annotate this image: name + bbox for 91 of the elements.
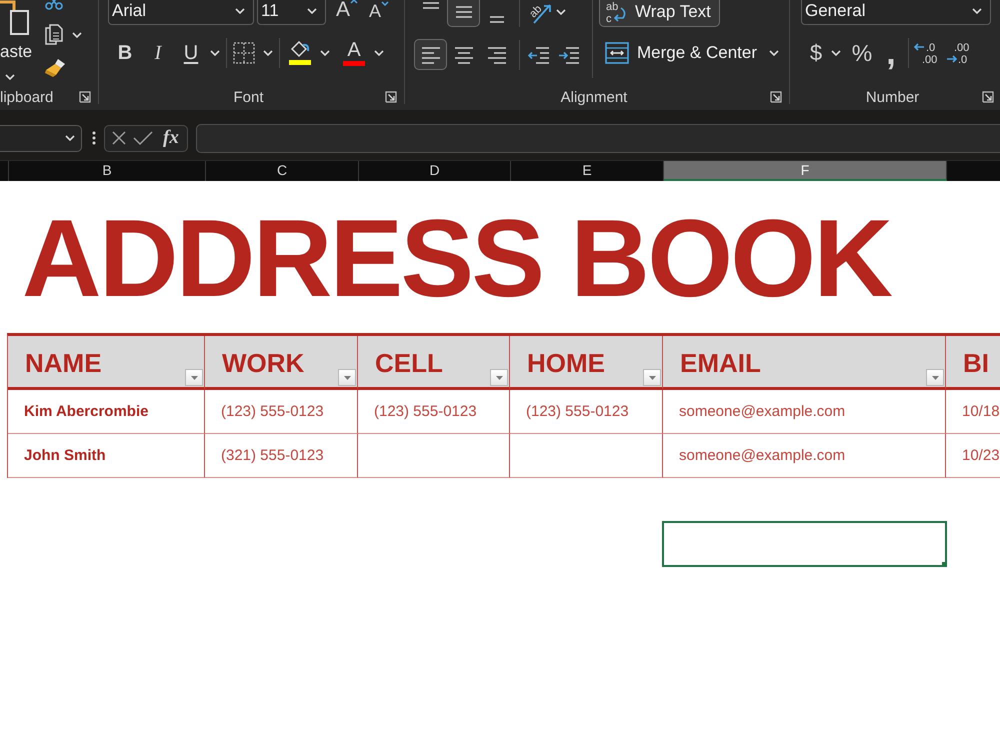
copy-icon[interactable] (44, 24, 64, 46)
clipboard-icon (0, 0, 30, 36)
align-center-icon (454, 46, 474, 64)
filter-dropdown-button[interactable] (490, 369, 508, 386)
fill-color-button[interactable] (286, 41, 314, 65)
caret-icon[interactable] (374, 50, 384, 56)
group-label: Number (866, 88, 920, 106)
filter-dropdown-button[interactable] (185, 369, 203, 386)
align-top-icon (422, 2, 440, 10)
filter-dropdown-button[interactable] (338, 369, 356, 386)
table-cell: (123) 555-0123 (510, 390, 663, 434)
column-title: CELL (375, 348, 443, 378)
caret-icon[interactable] (235, 8, 245, 14)
corner-arrow-icon[interactable] (982, 91, 994, 103)
scissors-icon[interactable] (44, 0, 64, 10)
merge-and-center-button[interactable]: Merge & Center (599, 37, 757, 69)
column-title: EMAIL (680, 348, 761, 378)
column-title: BI (963, 348, 989, 378)
number-format-dropdown[interactable]: General (801, 0, 991, 25)
caret-icon[interactable] (72, 32, 82, 38)
table-cell: Kim Abercrombie (8, 390, 205, 434)
insert-function-button[interactable]: fx (163, 127, 179, 149)
middle-align-button[interactable] (447, 0, 480, 27)
comma-style-button[interactable]: , (880, 38, 902, 68)
caret-icon[interactable] (972, 8, 982, 14)
caret-icon[interactable] (320, 50, 330, 56)
currency-style-button[interactable]: $ (805, 38, 827, 68)
caret-icon[interactable] (831, 50, 841, 56)
triangle-down-icon (648, 376, 656, 380)
table-cell: 10/18 (946, 390, 1000, 434)
wrap-text-button[interactable]: ab c Wrap Text (599, 0, 720, 27)
triangle-down-icon (496, 376, 502, 380)
table-cell: someone@example.com (663, 434, 946, 478)
font-size-dropdown[interactable]: 11 (257, 0, 326, 25)
table-cell: (321) 555-0123 (205, 434, 358, 478)
paint-bucket-icon (289, 41, 311, 59)
decrease-indent-icon[interactable] (528, 46, 550, 64)
align-left-icon (420, 46, 440, 64)
caret-down-icon (381, 0, 390, 6)
corner-arrow-icon[interactable] (385, 91, 397, 103)
close-icon[interactable] (111, 130, 127, 146)
sheet-title: ADDRESS BOOK (22, 204, 890, 314)
table-cell: 10/23 (946, 434, 1000, 478)
formula-input-field[interactable] (196, 124, 1000, 152)
underline-button[interactable]: U (178, 38, 204, 68)
caret-icon[interactable] (263, 50, 273, 56)
filter-dropdown-button[interactable] (643, 369, 661, 386)
increase-indent-icon[interactable] (558, 46, 580, 64)
column-title: NAME (25, 348, 102, 378)
triangle-down-icon (190, 376, 198, 380)
font-color-button[interactable]: A (340, 40, 368, 66)
triangle-down-icon (344, 376, 350, 380)
group-label: Alignment (560, 88, 628, 106)
left-align-button[interactable] (414, 39, 447, 70)
column-title: WORK (222, 348, 304, 378)
shrink-font-button[interactable]: A (369, 0, 397, 24)
group-label: lipboard (0, 88, 54, 106)
corner-arrow-icon[interactable] (79, 91, 91, 103)
table-cell: (123) 555-0123 (205, 390, 358, 434)
caret-icon[interactable] (307, 8, 317, 14)
active-cell-outline[interactable] (662, 521, 947, 567)
caret-icon[interactable] (556, 8, 566, 14)
paste-button[interactable]: aste (0, 0, 34, 84)
caret-up-icon (350, 0, 358, 4)
align-middle-icon (454, 6, 472, 18)
table-cell: someone@example.com (663, 390, 946, 434)
caret-icon[interactable] (769, 50, 779, 56)
checkmark-icon[interactable] (133, 130, 153, 146)
borders-icon[interactable] (233, 42, 255, 64)
column-title: HOME (527, 348, 605, 378)
group-label: Font (233, 88, 264, 106)
italic-button[interactable]: I (145, 38, 171, 68)
font-name-dropdown[interactable]: Arial (108, 0, 254, 25)
triangle-down-icon (932, 376, 938, 380)
align-right-icon (486, 46, 506, 64)
fill-handle[interactable] (942, 562, 947, 567)
caret-icon[interactable] (65, 135, 75, 141)
merge-cells-icon (605, 42, 629, 64)
filter-dropdown-button[interactable] (926, 369, 944, 386)
percent-style-button[interactable]: % (848, 38, 876, 68)
more-options-icon[interactable] (92, 131, 96, 145)
bold-button[interactable]: B (112, 38, 138, 68)
caret-icon[interactable] (210, 50, 220, 56)
table-cell: (123) 555-0123 (358, 390, 510, 434)
align-bottom-icon (488, 16, 504, 23)
column-header[interactable]: F (664, 161, 947, 181)
grow-font-button[interactable]: A (336, 0, 364, 24)
corner-arrow-icon[interactable] (770, 91, 782, 103)
caret-icon[interactable] (5, 74, 15, 80)
paintbrush-icon[interactable] (44, 58, 66, 78)
table-cell: John Smith (8, 434, 205, 478)
